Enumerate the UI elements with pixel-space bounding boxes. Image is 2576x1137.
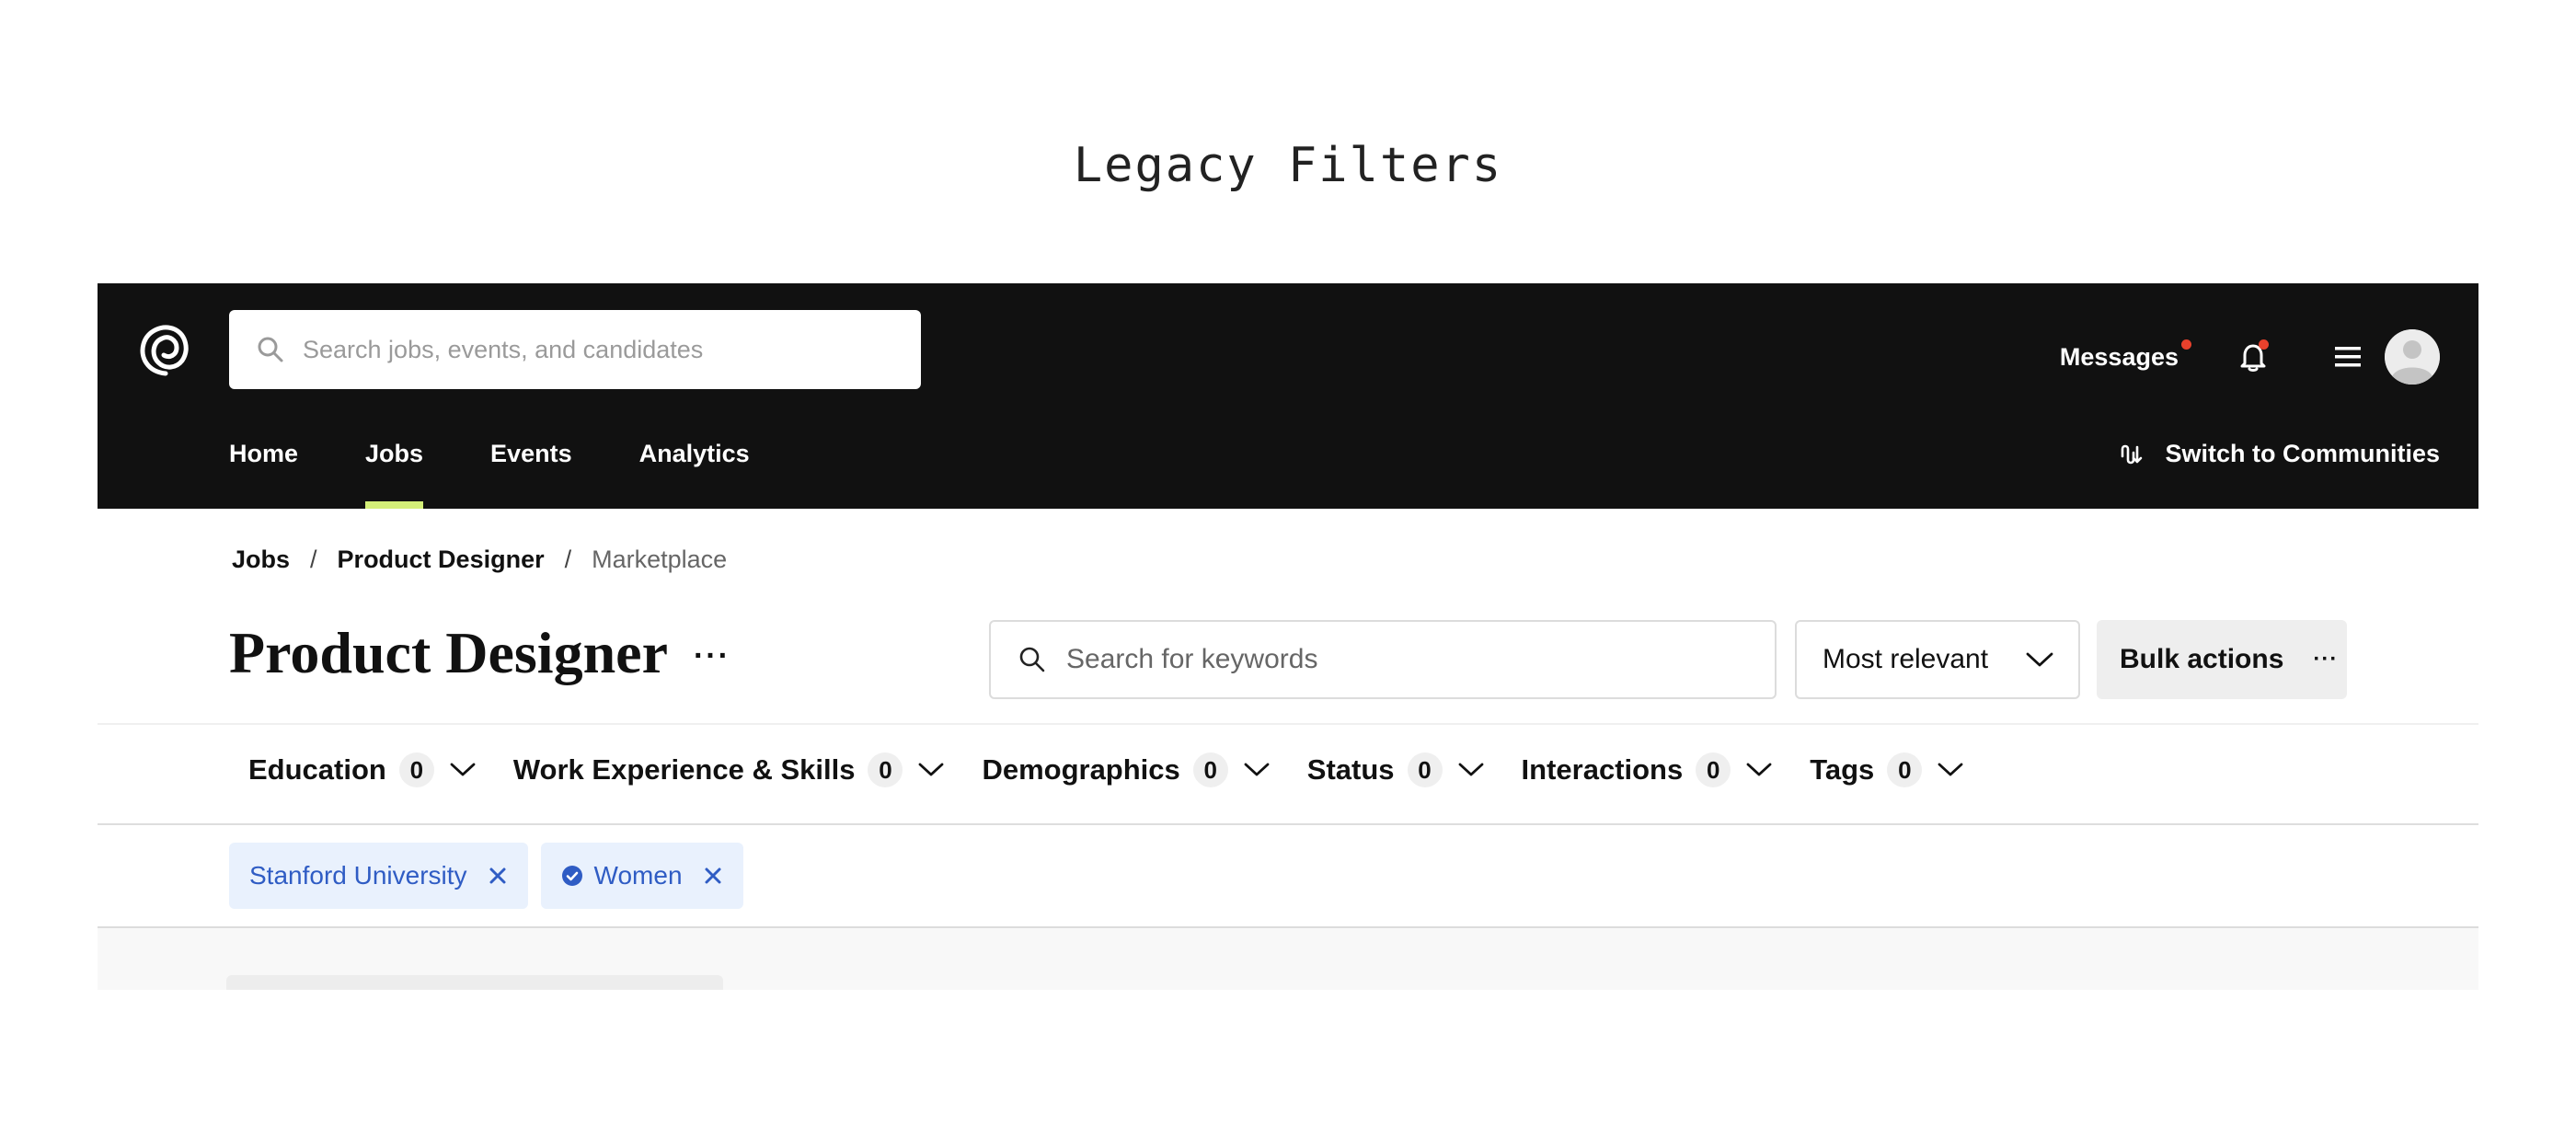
active-filter-chips: Stanford University Women <box>229 843 756 909</box>
chevron-down-icon <box>450 763 476 776</box>
page-title: Product Designer <box>229 620 668 685</box>
breadcrumb-product-designer[interactable]: Product Designer <box>338 546 545 574</box>
avatar[interactable] <box>2385 329 2440 385</box>
global-search-input[interactable]: Search jobs, events, and candidates <box>229 310 921 389</box>
messages-link[interactable]: Messages <box>2059 339 2191 372</box>
hamburger-icon[interactable] <box>2333 344 2363 370</box>
switch-to-communities-button[interactable]: Switch to Communities <box>2119 440 2440 469</box>
app-frame: Search jobs, events, and candidates Mess… <box>98 283 2478 990</box>
filter-status[interactable]: Status 0 <box>1307 752 1485 787</box>
verified-check-icon <box>561 866 582 886</box>
notifications-button[interactable] <box>2239 339 2269 373</box>
filter-label: Tags <box>1810 753 1875 786</box>
filter-education[interactable]: Education 0 <box>248 752 477 787</box>
search-icon <box>1019 647 1045 672</box>
tab-jobs[interactable]: Jobs <box>365 440 424 509</box>
messages-unread-dot <box>2181 339 2191 350</box>
filter-count-badge: 0 <box>1407 752 1443 787</box>
chip-label: Stanford University <box>249 861 467 890</box>
switch-label: Switch to Communities <box>2165 440 2440 467</box>
user-silhouette-icon <box>2385 329 2440 385</box>
tab-home[interactable]: Home <box>229 440 298 509</box>
keyword-search-placeholder: Search for keywords <box>1066 644 1318 674</box>
sort-value: Most relevant <box>1823 644 1989 674</box>
breadcrumb: Jobs / Product Designer / Marketplace <box>232 546 727 574</box>
page-caption: Legacy Filters <box>1073 138 1503 193</box>
filter-label: Interactions <box>1521 753 1684 786</box>
tab-analytics-label: Analytics <box>638 440 750 467</box>
filter-bar: Education 0 Work Experience & Skills 0 D… <box>248 752 2001 787</box>
chevron-down-icon <box>2026 652 2053 667</box>
loading-skeleton <box>226 975 723 990</box>
search-icon <box>258 337 283 362</box>
header-actions: Messages <box>2060 329 2440 385</box>
bulk-actions-label: Bulk actions <box>2120 644 2284 674</box>
filter-label: Work Experience & Skills <box>512 753 856 786</box>
chevron-down-icon <box>1746 763 1772 776</box>
filter-count-badge: 0 <box>398 752 434 787</box>
filter-tags[interactable]: Tags 0 <box>1810 752 1964 787</box>
more-icon: ··· <box>2313 647 2339 672</box>
bulk-actions-button[interactable]: Bulk actions ··· <box>2097 620 2347 699</box>
title-row: Product Designer ··· <box>229 619 730 687</box>
tab-jobs-label: Jobs <box>365 440 424 467</box>
filter-demographics[interactable]: Demographics 0 <box>982 752 1270 787</box>
main-nav: Home Jobs Events Analytics <box>229 440 817 509</box>
tab-events[interactable]: Events <box>490 440 572 509</box>
chevron-down-icon <box>1938 763 1963 776</box>
filter-count-badge: 0 <box>1696 752 1731 787</box>
sort-select[interactable]: Most relevant <box>1795 620 2080 699</box>
global-search-placeholder: Search jobs, events, and candidates <box>303 335 704 363</box>
breadcrumb-current: Marketplace <box>592 546 728 573</box>
breadcrumb-separator: / <box>310 546 317 573</box>
close-icon[interactable] <box>703 866 723 886</box>
filter-label: Education <box>248 753 386 786</box>
divider <box>98 723 2478 725</box>
tab-analytics[interactable]: Analytics <box>639 440 750 509</box>
breadcrumb-jobs[interactable]: Jobs <box>232 546 290 574</box>
filter-count-badge: 0 <box>1192 752 1228 787</box>
divider <box>98 823 2478 825</box>
close-icon[interactable] <box>488 866 508 886</box>
messages-label: Messages <box>2059 342 2179 371</box>
filter-count-badge: 0 <box>1887 752 1923 787</box>
filter-chip-women[interactable]: Women <box>540 843 743 909</box>
filter-chip-stanford-university[interactable]: Stanford University <box>229 843 528 909</box>
filter-work-experience-skills[interactable]: Work Experience & Skills 0 <box>513 752 946 787</box>
filter-interactions[interactable]: Interactions 0 <box>1522 752 1774 787</box>
chip-label: Women <box>593 861 683 890</box>
top-navigation: Search jobs, events, and candidates Mess… <box>98 283 2478 509</box>
title-more-button[interactable]: ··· <box>694 638 730 674</box>
breadcrumb-separator: / <box>564 546 572 573</box>
chevron-down-icon <box>1458 763 1483 776</box>
tab-events-label: Events <box>490 440 572 467</box>
filter-count-badge: 0 <box>868 752 903 787</box>
filter-label: Demographics <box>982 753 1180 786</box>
keyword-search-input[interactable]: Search for keywords <box>989 620 1777 699</box>
filter-label: Status <box>1306 753 1395 786</box>
logo-icon[interactable] <box>134 318 193 381</box>
chevron-down-icon <box>1244 763 1270 776</box>
tab-home-label: Home <box>229 440 299 467</box>
chevron-down-icon <box>919 763 944 776</box>
notifications-unread-dot <box>2259 339 2269 350</box>
switch-icon <box>2122 444 2143 465</box>
